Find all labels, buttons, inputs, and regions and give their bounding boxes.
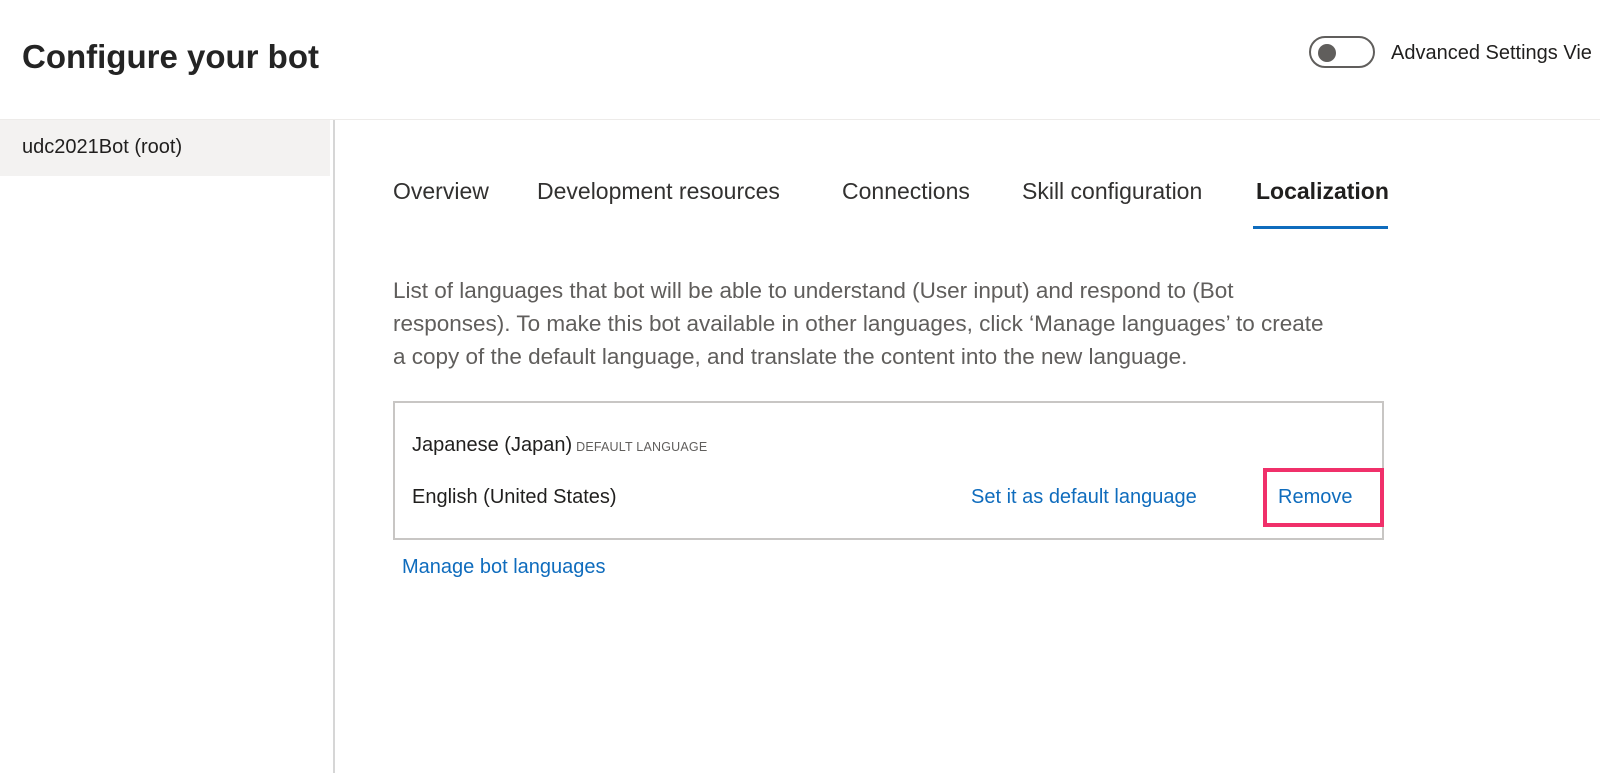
language-name: Japanese (Japan) (412, 434, 573, 456)
tab-development-resources[interactable]: Development resources (537, 178, 780, 205)
advanced-settings-toggle[interactable] (1309, 36, 1375, 68)
tab-localization[interactable]: Localization (1256, 178, 1389, 205)
description-line: List of languages that bot will be able … (393, 278, 1234, 303)
language-list (393, 401, 1384, 540)
set-default-language-link[interactable]: Set it as default language (971, 486, 1197, 509)
description-line: a copy of the default language, and tran… (393, 344, 1188, 369)
sidebar-divider (333, 120, 335, 773)
configure-bot-page: Configure your bot Advanced Settings Vie… (0, 0, 1600, 773)
sidebar-item-label: udc2021Bot (root) (22, 136, 183, 158)
default-language-badge: DEFAULT LANGUAGE (576, 440, 708, 454)
manage-bot-languages-link[interactable]: Manage bot languages (402, 556, 606, 579)
localization-description: List of languages that bot will be able … (393, 274, 1393, 373)
tab-overview[interactable]: Overview (393, 178, 489, 205)
page-title: Configure your bot (22, 38, 319, 75)
toggle-knob (1318, 44, 1336, 62)
tab-connections[interactable]: Connections (842, 178, 970, 205)
remove-language-link[interactable]: Remove (1278, 486, 1352, 509)
advanced-settings-label: Advanced Settings Vie (1391, 42, 1592, 64)
sidebar-item-root-bot[interactable]: udc2021Bot (root) (0, 120, 330, 176)
description-line: responses). To make this bot available i… (393, 311, 1324, 336)
language-row-japanese: Japanese (Japan) DEFAULT LANGUAGE (412, 434, 707, 457)
tab-skill-configuration[interactable]: Skill configuration (1022, 178, 1202, 205)
language-name-english: English (United States) (412, 486, 617, 508)
active-tab-indicator (1253, 226, 1388, 229)
